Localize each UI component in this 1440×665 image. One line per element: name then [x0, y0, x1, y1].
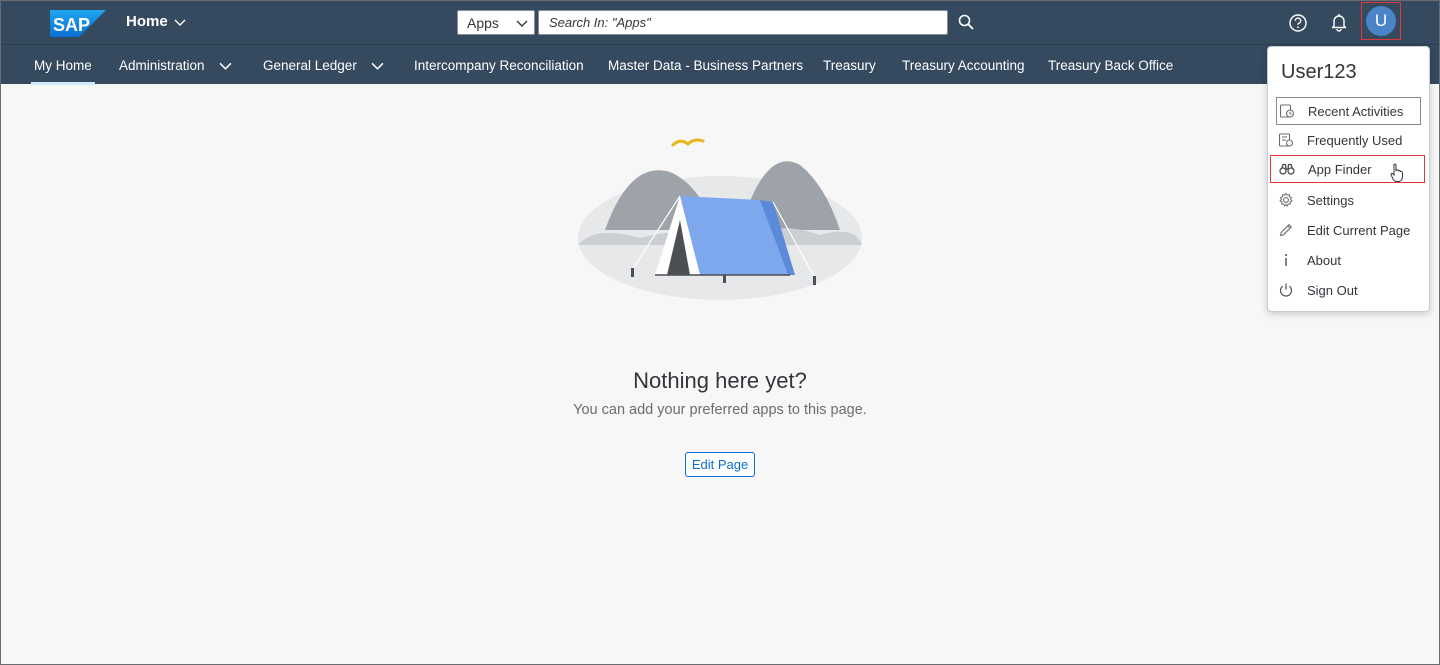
- menu-item-label: Settings: [1307, 192, 1354, 208]
- sap-logo[interactable]: SAP: [50, 10, 106, 37]
- tent-illustration: [578, 138, 862, 300]
- nav-item-master-data-business-partners[interactable]: Master Data - Business Partners: [608, 45, 803, 85]
- window-frame: [0, 0, 1440, 665]
- search-icon[interactable]: [957, 13, 975, 31]
- help-icon[interactable]: [1288, 13, 1308, 33]
- sap-logo-text: SAP: [53, 15, 90, 35]
- nav-item-intercompany-reconciliation[interactable]: Intercompany Reconciliation: [414, 45, 584, 85]
- nav-item-general-ledger[interactable]: General Ledger: [263, 45, 384, 85]
- info-icon: [1285, 254, 1287, 266]
- gear-icon: [1279, 192, 1293, 207]
- menu-item-edit-current-page[interactable]: Edit Current Page: [1276, 216, 1421, 244]
- menu-item-label: Edit Current Page: [1307, 222, 1411, 238]
- nav-item-label: Administration: [119, 57, 205, 73]
- search-input[interactable]: [538, 10, 948, 35]
- edit-page-button[interactable]: Edit Page: [685, 452, 755, 477]
- nav-item-label: My Home: [34, 57, 92, 73]
- menu-item-label: Recent Activities: [1308, 103, 1404, 119]
- chevron-down-icon: [219, 62, 231, 70]
- nav-item-label: Intercompany Reconciliation: [414, 57, 584, 73]
- user-menu-popover: User123 Recent Activities Frequently Use…: [1267, 46, 1430, 312]
- menu-item-label: App Finder: [1308, 161, 1372, 177]
- avatar-initial: U: [1374, 11, 1388, 30]
- shell-header: SAP Home Apps U: [0, 0, 1440, 44]
- nav-item-treasury[interactable]: Treasury: [823, 45, 876, 85]
- navigation-bar: My Home Administration General Ledger In…: [0, 44, 1440, 85]
- hand-pointer-icon: [1390, 163, 1403, 182]
- menu-item-label: About: [1307, 252, 1341, 268]
- nav-item-label: Treasury Back Office: [1048, 57, 1174, 73]
- nav-item-label: General Ledger: [263, 57, 357, 73]
- search-scope-select[interactable]: Apps: [457, 10, 535, 35]
- binoculars-icon: [1279, 163, 1295, 175]
- recent-activities-icon: [1279, 104, 1295, 118]
- menu-item-label: Frequently Used: [1307, 132, 1403, 148]
- nav-item-label: Treasury: [823, 57, 876, 73]
- menu-item-recent-activities[interactable]: Recent Activities: [1276, 97, 1421, 125]
- nav-item-administration[interactable]: Administration: [119, 45, 232, 85]
- pencil-icon: [1279, 224, 1292, 237]
- menu-item-about[interactable]: About: [1276, 246, 1421, 274]
- empty-state-title: Nothing here yet?: [633, 368, 807, 393]
- home-title-menu[interactable]: Home: [126, 13, 186, 30]
- nav-item-label: Treasury Accounting: [902, 57, 1025, 73]
- nav-item-label: Master Data - Business Partners: [608, 57, 804, 73]
- nav-item-my-home[interactable]: My Home: [31, 45, 95, 85]
- search-scope-label: Apps: [467, 14, 499, 31]
- user-avatar[interactable]: U: [1366, 6, 1396, 36]
- bell-icon[interactable]: [1329, 12, 1349, 32]
- nav-item-treasury-accounting[interactable]: Treasury Accounting: [902, 45, 1025, 85]
- nav-item-treasury-back-office[interactable]: Treasury Back Office: [1048, 45, 1173, 85]
- chevron-down-icon: [174, 19, 186, 26]
- empty-state-subtitle: You can add your preferred apps to this …: [573, 402, 867, 418]
- home-title-label: Home: [126, 13, 168, 30]
- frequently-used-icon: [1278, 133, 1294, 147]
- menu-item-frequently-used[interactable]: Frequently Used: [1276, 126, 1421, 154]
- avatar-highlight: U: [1361, 2, 1401, 40]
- chevron-down-icon: [371, 62, 384, 70]
- chevron-down-icon: [516, 20, 528, 27]
- power-icon: [1279, 283, 1293, 297]
- user-name: User123: [1281, 61, 1357, 83]
- menu-item-sign-out[interactable]: Sign Out: [1276, 276, 1421, 304]
- menu-item-label: Sign Out: [1307, 282, 1358, 298]
- menu-item-settings[interactable]: Settings: [1276, 186, 1421, 214]
